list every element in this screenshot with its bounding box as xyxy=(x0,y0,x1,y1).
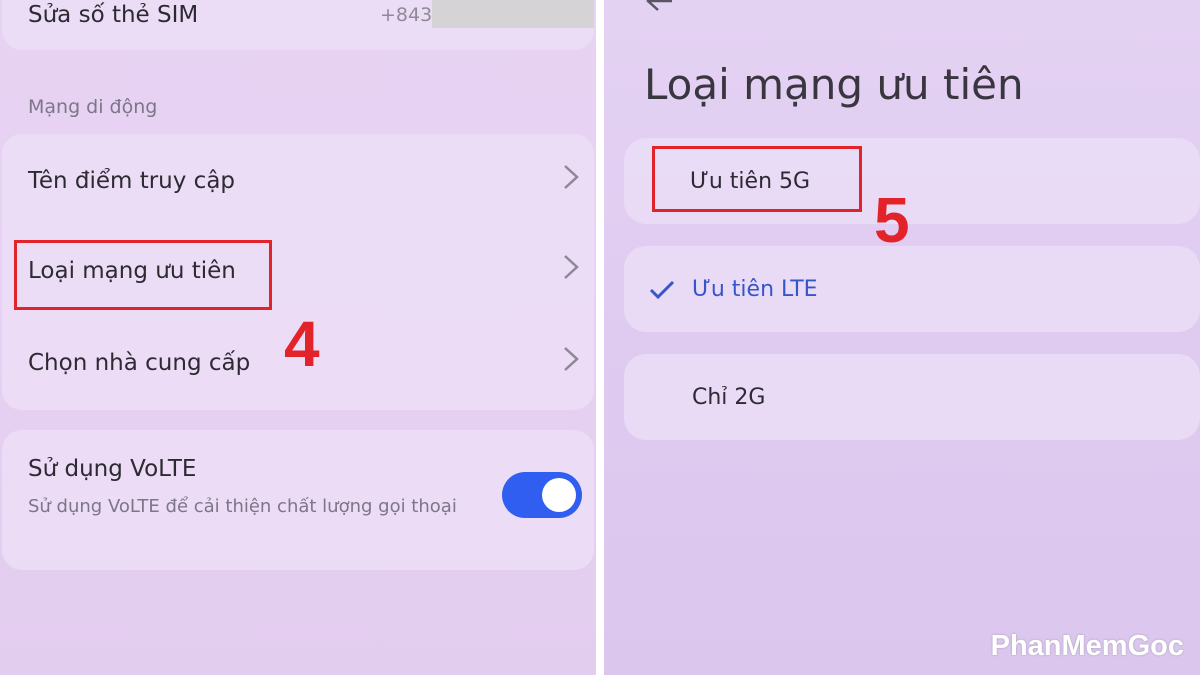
watermark-logo: PhanMemGoc xyxy=(990,630,1184,662)
volte-description: Sử dụng VoLTE để cải thiện chất lượng gọ… xyxy=(28,496,457,517)
preferred-network-panel: Loại mạng ưu tiên Ưu tiên 5G 5 Ưu tiên L… xyxy=(604,0,1200,675)
menu-item-access-point-names[interactable]: Tên điểm truy cập xyxy=(28,168,235,194)
page-title: Loại mạng ưu tiên xyxy=(644,60,1024,109)
highlight-box-step-5 xyxy=(652,146,862,212)
menu-item-choose-carrier[interactable]: Chọn nhà cung cấp xyxy=(28,350,250,376)
redacted-number xyxy=(432,0,594,28)
sim-number-row-label: Sửa số thẻ SIM xyxy=(28,2,199,28)
option-prefer-lte[interactable]: Ưu tiên LTE xyxy=(692,277,818,302)
volte-toggle[interactable] xyxy=(502,472,582,518)
chevron-right-icon xyxy=(564,165,579,189)
back-arrow-icon[interactable] xyxy=(644,0,674,14)
checkmark-icon xyxy=(649,280,675,300)
chevron-right-icon xyxy=(564,255,579,279)
step-number-4: 4 xyxy=(284,308,320,380)
highlight-box-step-4 xyxy=(14,240,272,310)
settings-sim-panel: Sửa số thẻ SIM +843 Mạng di động Tên điể… xyxy=(0,0,596,675)
chevron-right-icon xyxy=(564,347,579,371)
option-2g-only[interactable]: Chỉ 2G xyxy=(692,385,765,410)
volte-title: Sử dụng VoLTE xyxy=(28,456,197,482)
section-label-mobile-network: Mạng di động xyxy=(28,96,158,118)
sim-number-value: +843 xyxy=(380,4,433,26)
step-number-5: 5 xyxy=(874,184,910,256)
toggle-knob xyxy=(542,478,576,512)
